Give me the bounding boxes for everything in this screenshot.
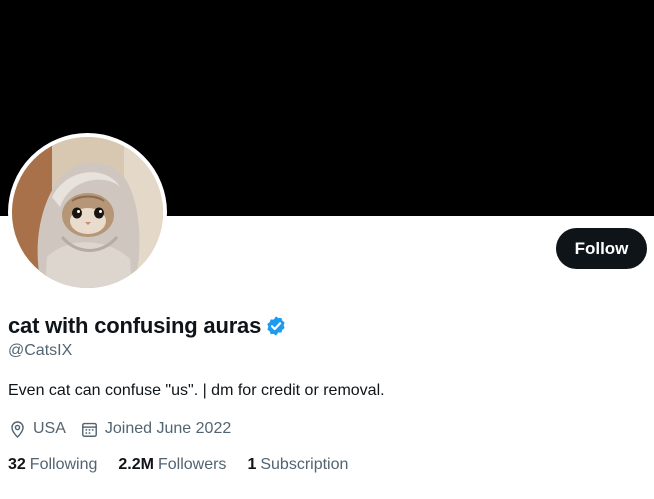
profile-bio: Even cat can confuse "us". | dm for cred…: [8, 382, 385, 399]
verified-badge-icon[interactable]: [265, 315, 287, 337]
following-label: Following: [29, 456, 98, 473]
subscription-label: Subscription: [260, 456, 349, 473]
location-text: USA: [33, 420, 66, 437]
location-pin-icon: [11, 420, 24, 438]
followers-link[interactable]: 2.2M Followers: [118, 456, 226, 474]
profile-name-row: cat with confusing auras: [8, 311, 287, 341]
subscription-count: 1: [247, 456, 257, 473]
followers-count: 2.2M: [118, 456, 154, 473]
follow-button[interactable]: Follow: [556, 228, 647, 269]
profile-handle: @CatsIX: [8, 342, 73, 359]
subscription-link[interactable]: 1 Subscription: [247, 456, 348, 474]
location-item: USA: [8, 420, 66, 439]
profile-avatar[interactable]: [8, 133, 167, 292]
profile-stats: 32 Following 2.2M Followers 1 Subscription: [8, 453, 369, 477]
following-count: 32: [8, 456, 26, 473]
display-name: cat with confusing auras: [8, 313, 262, 338]
followers-label: Followers: [157, 456, 227, 473]
cat-avatar-image: [12, 137, 163, 288]
joined-text: Joined June 2022: [104, 420, 232, 437]
profile-meta: USA Joined June 2022: [8, 417, 245, 441]
calendar-icon: [81, 422, 97, 437]
following-link[interactable]: 32 Following: [8, 456, 97, 474]
joined-item: Joined June 2022: [80, 420, 231, 439]
